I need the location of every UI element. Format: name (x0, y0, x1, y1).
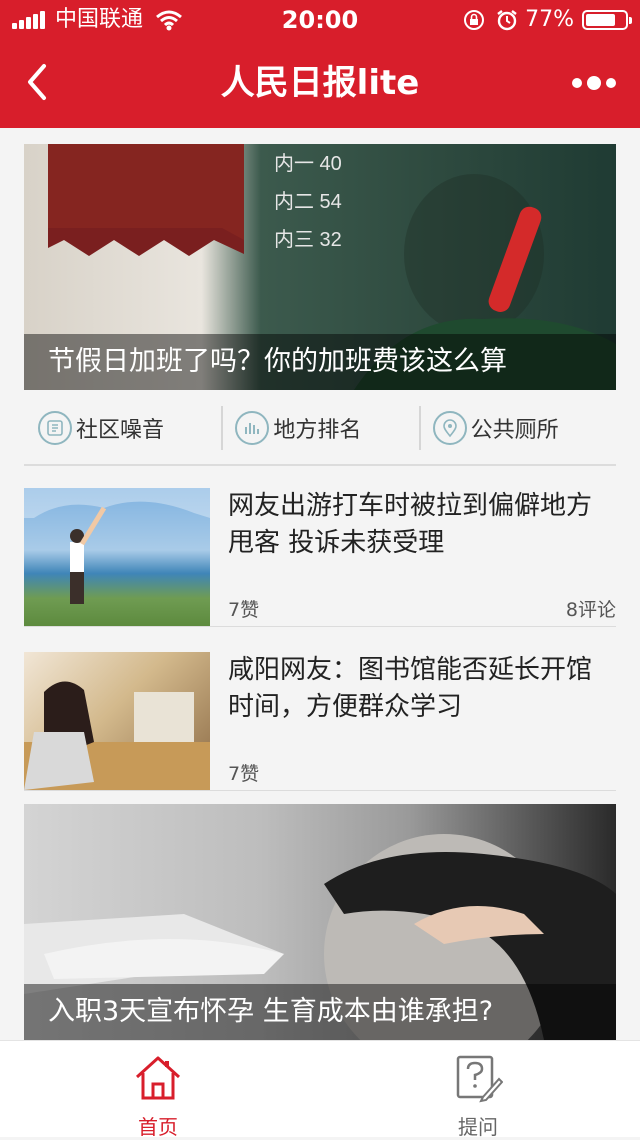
status-bar: 中国联通 20:00 77% (0, 0, 640, 40)
back-arrow-icon[interactable] (18, 60, 62, 104)
home-icon (135, 1056, 181, 1100)
quick-link-public-toilet[interactable]: 公共厕所 (418, 392, 616, 464)
app-header: 中国联通 20:00 77% 人民日报lite (0, 0, 640, 128)
news-likes: 7赞 (228, 599, 260, 621)
quick-link-community-noise[interactable]: 社区噪音 (24, 392, 221, 464)
featured-banner-top[interactable]: 内一 40 内二 54 内三 32 节假日加班了吗？你的加班费该这么算 (24, 144, 616, 390)
battery-percent: 77% (525, 7, 574, 32)
featured-banner-bottom[interactable]: 入职3天宣布怀孕 生育成本由谁承担? (24, 804, 616, 1040)
nav-bar: 人民日报lite (0, 40, 640, 128)
quick-link-label: 地方排名 (273, 418, 362, 443)
quick-link-local-ranking[interactable]: 地方排名 (221, 392, 418, 464)
question-edit-icon (456, 1055, 503, 1103)
alarm-icon (497, 10, 517, 31)
news-likes: 7赞 (228, 763, 260, 785)
svg-text:内三 32: 内三 32 (274, 228, 342, 251)
page-title: 人民日报lite (220, 63, 420, 103)
news-thumbnail (24, 652, 210, 790)
rotation-lock-icon (464, 10, 485, 30)
battery-icon (582, 10, 632, 30)
svg-text:内一 40: 内一 40 (274, 152, 342, 175)
more-options-icon[interactable] (567, 70, 616, 96)
noise-icon (38, 411, 72, 445)
tab-ask[interactable]: 提问 (398, 1041, 558, 1139)
news-title: 网友出游打车时被拉到偏僻地方甩客 投诉未获受理 (228, 491, 593, 558)
bottom-tab-bar: 首页 提问 (0, 1040, 640, 1139)
ranking-chart-icon (235, 411, 270, 445)
quick-links-bar: 社区噪音 地方排名 公共厕所 (24, 392, 616, 466)
location-pin-icon (432, 411, 467, 445)
news-item[interactable]: 网友出游打车时被拉到偏僻地方甩客 投诉未获受理 7赞 8评论 (24, 488, 616, 627)
quick-link-label: 公共厕所 (470, 418, 559, 443)
svg-text:内二 54: 内二 54 (274, 190, 342, 213)
quick-link-label: 社区噪音 (76, 418, 165, 443)
banner-caption: 节假日加班了吗？你的加班费该这么算 (24, 334, 616, 390)
tab-home[interactable]: 首页 (78, 1041, 238, 1139)
banner-caption: 入职3天宣布怀孕 生育成本由谁承担? (24, 984, 616, 1040)
news-thumbnail (24, 488, 210, 626)
news-comments: 8评论 (565, 599, 616, 621)
news-title: 咸阳网友：图书馆能否延长开馆时间，方便群众学习 (228, 655, 593, 722)
news-item[interactable]: 咸阳网友：图书馆能否延长开馆时间，方便群众学习 7赞 (24, 652, 616, 791)
